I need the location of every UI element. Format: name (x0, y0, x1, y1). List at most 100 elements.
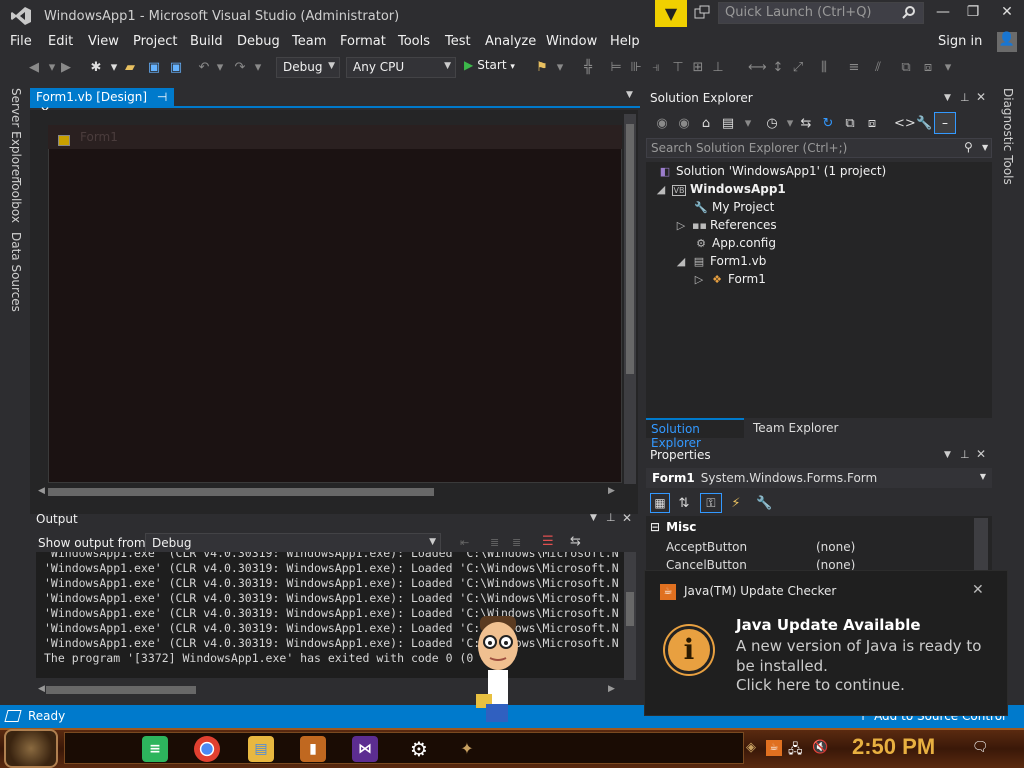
tab-dropdown-icon[interactable]: ▼ (626, 90, 633, 100)
taskbar-file-explorer-icon[interactable]: ▤ (248, 736, 274, 762)
designer-vertical-scrollbar[interactable] (624, 114, 636, 484)
scroll-right-icon[interactable]: ▶ (608, 486, 615, 496)
tab-team-explorer[interactable]: Team Explorer (748, 420, 844, 436)
maximize-button[interactable]: ❐ (958, 4, 988, 24)
close-panel-icon[interactable]: ✕ (622, 511, 632, 525)
find-in-files-icon[interactable]: ⚑ (534, 60, 550, 76)
scroll-right-icon[interactable]: ▶ (608, 684, 615, 694)
category-misc[interactable]: ⊟ Misc (650, 520, 696, 534)
center-horizontally-icon[interactable]: ⫽ (870, 60, 886, 76)
send-to-back-icon[interactable]: ⧈ (920, 60, 936, 76)
next-message-icon[interactable]: ≣ (512, 536, 521, 549)
preview-selected-items-icon[interactable]: – (934, 112, 956, 134)
dropdown-arrow-icon[interactable]: ▾ (212, 60, 228, 76)
property-name[interactable]: AcceptButton (666, 540, 747, 554)
notification-close-icon[interactable]: ✕ (972, 582, 984, 598)
tree-form1-vb-node[interactable]: ◢ ▤ Form1.vb (674, 254, 767, 268)
align-middles-icon[interactable]: ⊞ (690, 60, 706, 76)
show-all-files-icon[interactable]: ⧈ (864, 116, 880, 132)
dropdown-arrow-icon[interactable]: ▾ (106, 60, 122, 76)
tab-solution-explorer[interactable]: Solution Explorer (646, 418, 744, 450)
tab-server-explorer[interactable]: Server Explorer (9, 88, 23, 181)
panel-menu-icon[interactable]: ▼ (590, 513, 597, 523)
menu-file[interactable]: File (10, 34, 32, 49)
menu-team[interactable]: Team (292, 34, 326, 49)
align-bottoms-icon[interactable]: ⊥ (710, 60, 726, 76)
search-icon[interactable] (902, 5, 916, 23)
start-menu-button[interactable] (4, 729, 58, 768)
menu-window[interactable]: Window (546, 34, 597, 49)
tab-toolbox[interactable]: Toolbox (9, 178, 23, 223)
output-horizontal-scrollbar[interactable] (36, 683, 618, 697)
notification-flag-icon[interactable]: ▼ (655, 0, 687, 27)
previous-message-icon[interactable]: ≣ (490, 536, 499, 549)
align-rights-icon[interactable]: ⫣ (648, 60, 664, 76)
dropdown-arrow-icon[interactable]: ▾ (552, 60, 568, 76)
bring-to-front-icon[interactable]: ⧉ (898, 60, 914, 76)
menu-help[interactable]: Help (610, 34, 640, 49)
redo-icon[interactable]: ↷ (232, 60, 248, 76)
dropdown-arrow-icon[interactable]: ▾ (740, 116, 756, 132)
tree-app-config-node[interactable]: ⚙ App.config (694, 236, 776, 250)
pin-icon[interactable]: ⊣ (157, 90, 167, 104)
tab-form1-design[interactable]: Form1.vb [Design] ⊣ ✕ (30, 88, 174, 118)
menu-debug[interactable]: Debug (237, 34, 280, 49)
dropdown-arrow-icon[interactable]: ▾ (782, 116, 798, 132)
align-centers-icon[interactable]: ⊪ (628, 60, 644, 76)
sign-in-link[interactable]: Sign in (938, 34, 982, 49)
form1-titlebar[interactable]: Form1 (48, 125, 622, 149)
pin-icon[interactable]: ⊥ (960, 448, 970, 461)
search-options-icon[interactable]: ▼ (982, 143, 988, 152)
align-to-grid-icon[interactable]: ╬ (580, 60, 596, 76)
menu-view[interactable]: View (88, 34, 119, 49)
make-same-size-icon[interactable]: ⤢ (790, 60, 806, 76)
open-folder-icon[interactable]: ▰ (122, 60, 138, 76)
solution-platform-dropdown[interactable]: Any CPU ▼ (346, 57, 456, 78)
designer-horizontal-scrollbar[interactable] (36, 485, 618, 499)
collapse-all-icon[interactable]: ⧉ (842, 116, 858, 132)
back-icon[interactable]: ◉ (654, 116, 670, 132)
close-button[interactable]: ✕ (992, 4, 1022, 24)
sync-with-active-document-icon[interactable]: ⇆ (798, 116, 814, 132)
align-lefts-icon[interactable]: ⊨ (608, 60, 624, 76)
minimize-button[interactable]: — (928, 4, 958, 24)
alphabetical-icon[interactable]: ⇅ (676, 496, 692, 512)
refresh-icon[interactable]: ↻ (820, 116, 836, 132)
quick-launch-input[interactable]: Quick Launch (Ctrl+Q) (718, 2, 924, 24)
properties-object-selector[interactable]: Form1 System.Windows.Forms.Form ▼ (646, 468, 992, 488)
taskbar-notes-app-icon[interactable]: ≡ (142, 736, 168, 762)
tray-java-icon[interactable]: ☕ (766, 740, 782, 756)
panel-menu-icon[interactable]: ▼ (944, 93, 951, 103)
taskbar-chrome-icon[interactable] (194, 736, 220, 762)
navigate-back-icon[interactable]: ◀ (26, 60, 42, 76)
taskbar-clock[interactable]: 2:50 PM (852, 734, 935, 760)
view-code-icon[interactable]: <> (894, 116, 916, 132)
properties-wrench-icon[interactable]: 🔧 (916, 116, 932, 132)
menu-build[interactable]: Build (190, 34, 223, 49)
taskbar-settings-gear-icon[interactable]: ⚙ (406, 736, 432, 762)
tab-diagnostic-tools[interactable]: Diagnostic Tools (1001, 88, 1015, 185)
tray-volume-muted-icon[interactable]: 🔇 (812, 740, 828, 755)
pin-icon[interactable]: ⊥ (960, 91, 970, 104)
taskbar-visual-studio-icon[interactable]: ⋈ (352, 736, 378, 762)
properties-scrollbar[interactable] (974, 518, 988, 574)
solution-configuration-dropdown[interactable]: Debug ▼ (276, 57, 340, 78)
output-source-dropdown[interactable]: Debug ▼ (145, 533, 441, 553)
menu-analyze[interactable]: Analyze (485, 34, 536, 49)
property-value[interactable]: (none) (816, 540, 855, 554)
tray-network-icon[interactable]: 🖧 (788, 740, 803, 762)
taskbar-misc-app-icon[interactable]: ✦ (454, 736, 480, 762)
scroll-left-icon[interactable]: ◀ (38, 486, 45, 496)
properties-view-icon[interactable]: ⚿ (700, 493, 722, 513)
tree-my-project-node[interactable]: 🔧 My Project (694, 200, 774, 214)
undo-icon[interactable]: ↶ (196, 60, 212, 76)
horizontal-spacing-icon[interactable]: ⫼ (816, 60, 832, 76)
menu-edit[interactable]: Edit (48, 34, 73, 49)
account-avatar-icon[interactable]: 👤 (997, 32, 1017, 52)
tree-references-node[interactable]: ▷ ▪▪ References (674, 218, 777, 232)
desktop-assistant-character[interactable] (472, 612, 524, 724)
switch-views-icon[interactable]: ▤ (720, 116, 736, 132)
find-message-icon[interactable]: ⇤ (460, 536, 469, 549)
word-wrap-icon[interactable]: ⇆ (570, 534, 581, 549)
tab-data-sources[interactable]: Data Sources (9, 232, 23, 312)
